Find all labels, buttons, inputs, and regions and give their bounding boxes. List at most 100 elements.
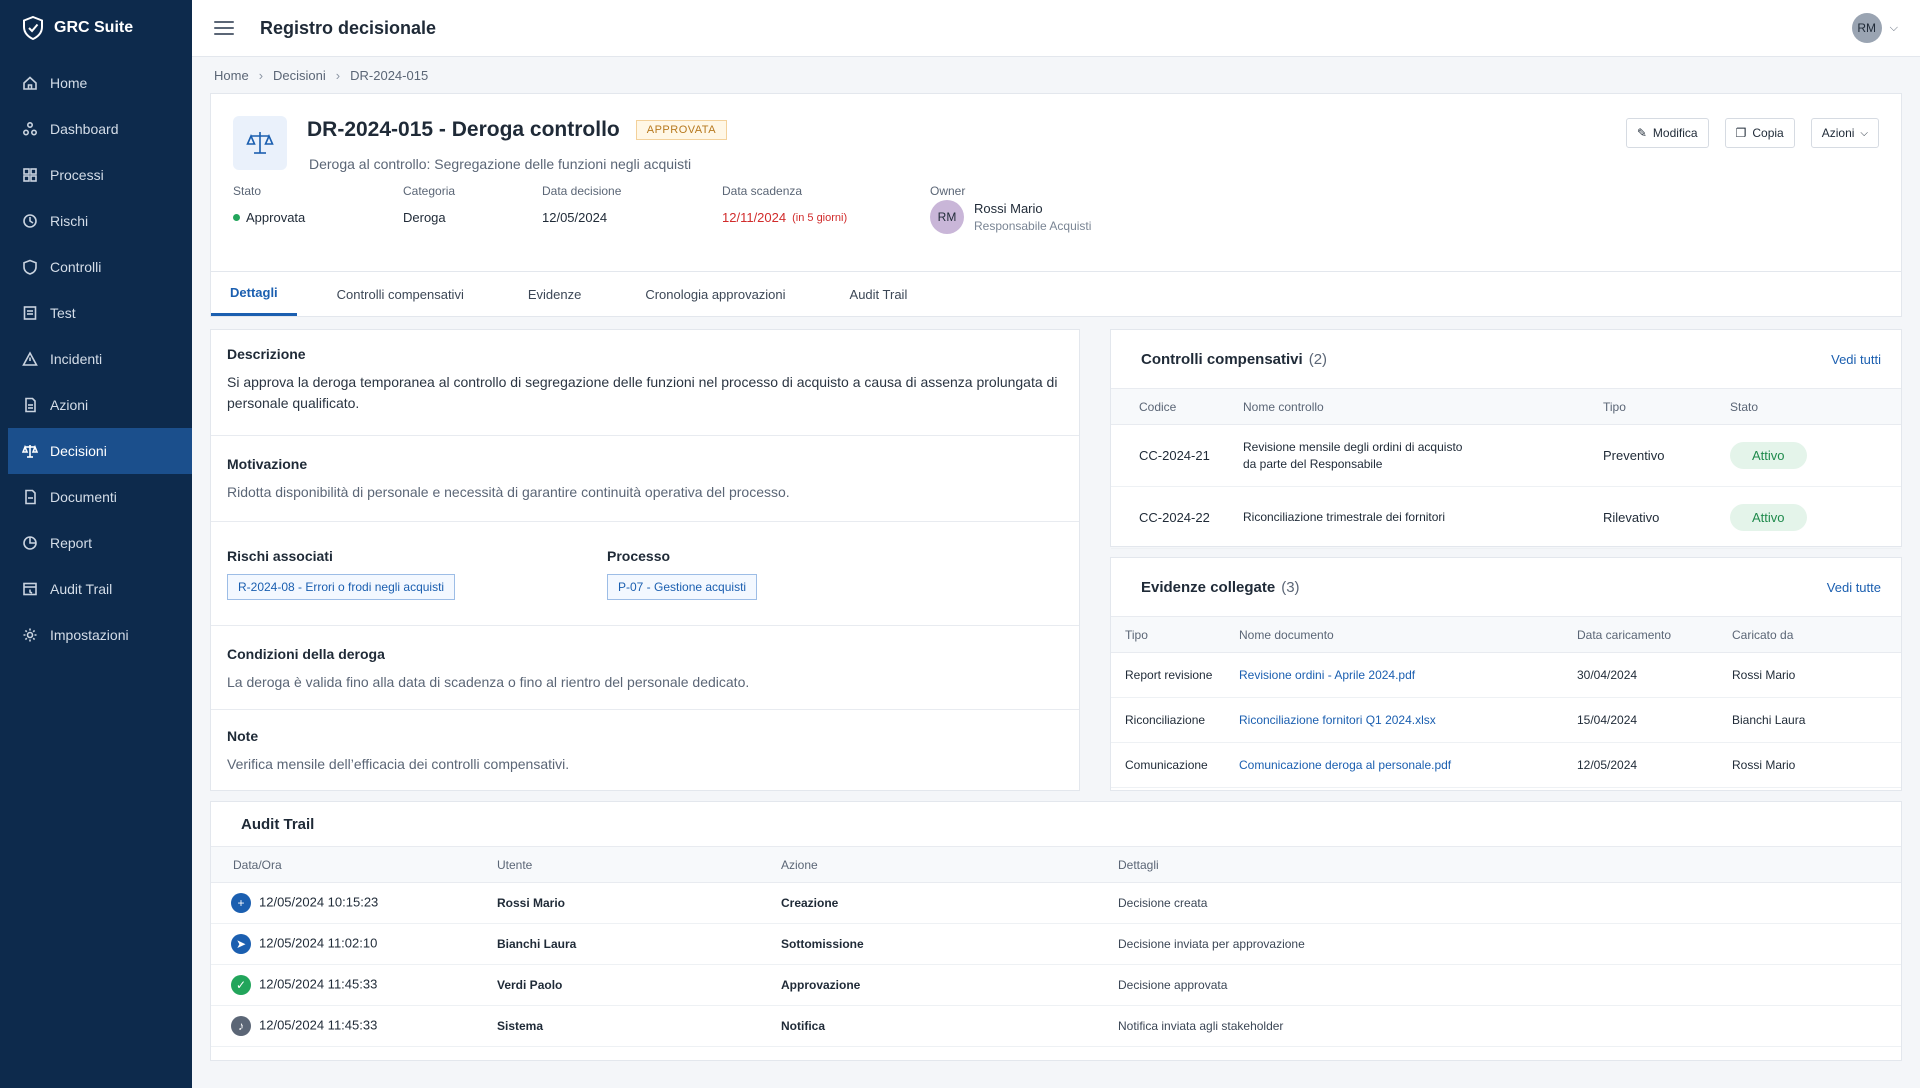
documento-link[interactable]: Revisione ordini - Aprile 2024.pdf: [1239, 652, 1577, 698]
controlli-panel: Controlli compensativi (2) Vedi tutti Cod…: [1110, 329, 1902, 549]
brand-name: GRC Suite: [54, 19, 134, 36]
column-header[interactable]: Utente: [497, 846, 781, 883]
warning-icon: [22, 351, 38, 366]
vedi-tutte-link[interactable]: Vedi tutte: [1827, 580, 1881, 595]
sidebar-item-label: Rischi: [50, 213, 89, 229]
column-header[interactable]: Codice: [1111, 388, 1243, 425]
condizioni-heading: Condizioni della deroga: [227, 646, 385, 662]
tab-evidenze[interactable]: Evidenze: [509, 272, 600, 316]
table-row[interactable]: Riconciliazione Riconciliazione fornitori…: [1111, 697, 1901, 743]
edit-label: Modifica: [1652, 126, 1698, 140]
table-row[interactable]: Comunicazione Comunicazione deroga al per…: [1111, 742, 1901, 788]
stato-value: Approvata: [246, 210, 306, 225]
sidebar-item-home[interactable]: Home: [0, 60, 192, 106]
actions-icon: [25, 397, 36, 413]
tab-controlli-compensativi[interactable]: Controlli compensativi: [318, 272, 483, 316]
sidebar-item-report[interactable]: Report: [0, 520, 192, 566]
note-heading: Note: [227, 728, 259, 744]
column-header[interactable]: Data caricamento: [1577, 616, 1732, 653]
column-header[interactable]: Nome documento: [1239, 616, 1577, 653]
table-row[interactable]: CC-2024-22 Riconciliazione trimestrale de…: [1111, 486, 1901, 549]
chevron-down-icon: ⌵: [1860, 127, 1868, 139]
sidebar-item-audit-trail[interactable]: Audit Trail: [0, 566, 192, 612]
note-text: Verifica mensile dell’efficacia dei cont…: [227, 756, 570, 772]
data-decisione-value: 12/05/2024: [542, 210, 608, 225]
documento-link[interactable]: Comunicazione deroga al personale.pdf: [1239, 742, 1577, 788]
sidebar-item-label: Processi: [50, 167, 104, 183]
chevron-right-icon: ›: [258, 67, 264, 83]
sidebar-item-processi[interactable]: Processi: [0, 152, 192, 198]
data-scadenza-label: Data scadenza: [722, 184, 803, 198]
menu-icon[interactable]: [214, 21, 234, 35]
table-row[interactable]: Report revisione Revisione ordini - April…: [1111, 652, 1901, 698]
tab-dettagli[interactable]: Dettagli: [211, 272, 297, 316]
test-icon: [23, 306, 37, 320]
table-row[interactable]: +12/05/2024 10:15:23 Rossi Mario Creazione…: [211, 882, 1901, 924]
tab-cronologia-approvazioni[interactable]: Cronologia approvazioni: [626, 272, 804, 316]
chevron-right-icon: ›: [335, 67, 341, 83]
shield-logo-icon: [23, 16, 43, 40]
vedi-tutti-link[interactable]: Vedi tutti: [1831, 352, 1881, 367]
motivazione-heading: Motivazione: [227, 456, 308, 472]
column-header[interactable]: Tipo: [1603, 388, 1730, 425]
nome-cell: Revisione mensile degli ordini di acquis…: [1243, 424, 1603, 487]
sidebar-item-impostazioni[interactable]: Impostazioni: [0, 612, 192, 658]
process-chip[interactable]: P-07 - Gestione acquisti: [607, 574, 758, 600]
owner-label: Owner: [930, 184, 966, 198]
user-menu[interactable]: RM ⌵: [1851, 13, 1898, 43]
azione-cell: Notifica: [781, 1005, 1118, 1047]
actions-dropdown[interactable]: Azioni ⌵: [1810, 118, 1879, 148]
sidebar-item-controlli[interactable]: Controlli: [0, 244, 192, 290]
scadenza-note: (in 5 giorni): [792, 211, 848, 224]
copy-button[interactable]: ❐ Copia: [1724, 118, 1795, 148]
breadcrumb-home[interactable]: Home: [214, 68, 249, 83]
column-header[interactable]: Dettagli: [1118, 846, 1901, 883]
breadcrumb: Home › Decisioni › DR-2024-015: [210, 57, 1902, 93]
copy-label: Copia: [1752, 126, 1784, 140]
breadcrumb-decisioni[interactable]: Decisioni: [273, 68, 326, 83]
column-header[interactable]: Nome controllo: [1243, 388, 1603, 425]
sidebar-item-decisioni[interactable]: Decisioni: [8, 428, 192, 474]
sidebar-item-dashboard[interactable]: Dashboard: [0, 106, 192, 152]
tab-audit-trail[interactable]: Audit Trail: [831, 272, 927, 316]
column-header[interactable]: Data/Ora: [211, 846, 497, 883]
table-row[interactable]: CC-2024-21 Revisione mensile degli ordini…: [1111, 424, 1901, 487]
status-dot: [233, 214, 240, 221]
column-header[interactable]: Stato: [1730, 388, 1901, 425]
table-row[interactable]: ➤ 12/05/2024 11:02:10 Bianchi Laura Sottomi…: [211, 923, 1901, 965]
column-header[interactable]: Tipo: [1111, 616, 1239, 653]
utente-cell: Bianchi Laura: [1732, 697, 1901, 743]
dettagli-cell: Decisione approvata: [1118, 964, 1901, 1006]
sidebar-item-documenti[interactable]: Documenti: [0, 474, 192, 520]
table-row[interactable]: ✓ 12/05/2024 11:45:33 Verdi Paolo Approvazi…: [211, 964, 1901, 1006]
sidebar-item-label: Report: [50, 535, 93, 551]
risk-icon: [23, 214, 37, 228]
brand[interactable]: GRC Suite: [0, 0, 192, 56]
audit-trail-panel: Audit Trail Data/Ora Utente Azione Dettagli…: [210, 801, 1902, 1061]
shield-icon: [23, 259, 37, 275]
dettagli-cell: Decisione inviata per approvazione: [1118, 923, 1901, 965]
decision-title: DR-2024-015 - Deroga controllo: [307, 118, 620, 141]
nome-cell: Riconciliazione trimestrale dei fornitor…: [1243, 486, 1603, 549]
controlli-table: Codice Nome controllo Tipo Stato CC-2024-21…: [1111, 388, 1901, 549]
column-header[interactable]: Azione: [781, 846, 1118, 883]
sidebar-item-label: Audit Trail: [50, 581, 113, 597]
bell-icon: ♪: [231, 1016, 251, 1036]
edit-button[interactable]: ✎ Modifica: [1625, 118, 1709, 148]
owner-name[interactable]: Rossi Mario: [974, 201, 1091, 216]
table-row[interactable]: ♪ 12/05/2024 11:45:33 Sistema Notifica Notif…: [211, 1005, 1901, 1047]
sidebar-item-test[interactable]: Test: [0, 290, 192, 336]
pencil-icon: ✎: [1636, 126, 1647, 140]
sidebar-item-rischi[interactable]: Rischi: [0, 198, 192, 244]
sidebar-item-azioni[interactable]: Azioni: [0, 382, 192, 428]
sidebar-item-label: Dashboard: [50, 121, 119, 137]
sidebar-item-incidenti[interactable]: Incidenti: [0, 336, 192, 382]
sidebar-nav: Home Dashboard Processi Rischi Controlli Test…: [0, 60, 192, 658]
report-icon: [23, 536, 37, 550]
utente-cell: Verdi Paolo: [497, 964, 781, 1006]
documento-link[interactable]: Riconciliazione fornitori Q1 2024.xlsx: [1239, 697, 1577, 743]
risk-chip[interactable]: R-2024-08 - Errori o frodi negli acquist…: [227, 574, 456, 600]
owner-avatar: RM: [930, 200, 964, 234]
owner-role: Responsabile Acquisti: [974, 219, 1092, 233]
column-header[interactable]: Caricato da: [1732, 616, 1901, 653]
